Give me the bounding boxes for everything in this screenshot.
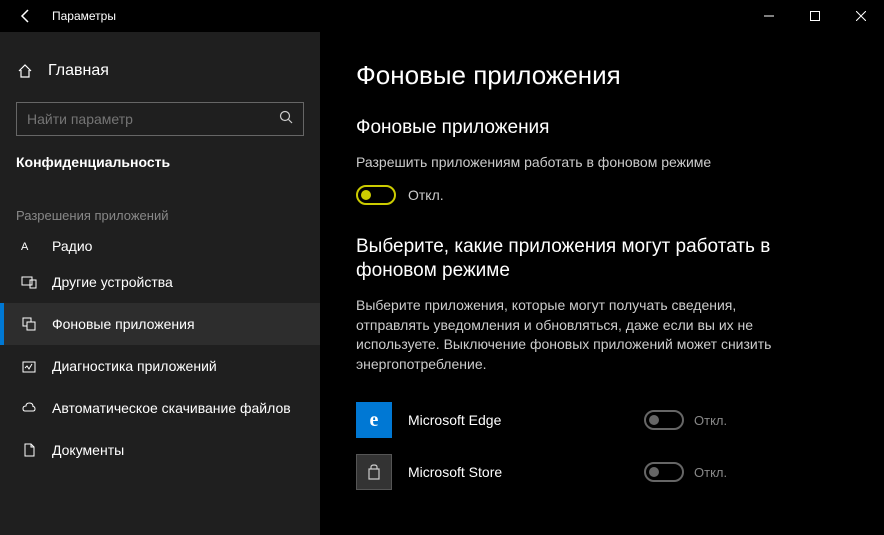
background-apps-icon — [20, 315, 38, 333]
app-row-store: Microsoft Store Откл. — [356, 446, 848, 498]
nav-label: Радио — [52, 238, 92, 254]
minimize-button[interactable] — [746, 0, 792, 32]
cloud-icon — [20, 399, 38, 417]
nav-item-other-devices[interactable]: Другие устройства — [0, 261, 320, 303]
app-toggle-label: Откл. — [694, 465, 727, 480]
back-button[interactable] — [16, 6, 36, 26]
edge-icon: e — [356, 402, 392, 438]
nav-label: Диагностика приложений — [52, 358, 217, 374]
section1-title: Фоновые приложения — [356, 117, 848, 139]
svg-text:A: A — [21, 241, 29, 253]
app-row-edge: e Microsoft Edge Откл. — [356, 394, 848, 446]
main-content: Фоновые приложения Фоновые приложения Ра… — [320, 32, 884, 535]
radio-icon: A — [20, 237, 38, 255]
app-name: Microsoft Edge — [408, 412, 628, 428]
sidebar: Главная Конфиденциальность Разрешения пр… — [0, 32, 320, 535]
nav-label: Другие устройства — [52, 274, 173, 290]
close-button[interactable] — [838, 0, 884, 32]
nav-item-background-apps[interactable]: Фоновые приложения — [0, 303, 320, 345]
nav-label: Фоновые приложения — [52, 316, 195, 332]
store-icon — [356, 454, 392, 490]
nav-item-radio[interactable]: A Радио — [0, 231, 320, 261]
search-input[interactable] — [27, 111, 279, 127]
nav-item-diagnostics[interactable]: Диагностика приложений — [0, 345, 320, 387]
home-nav[interactable]: Главная — [0, 52, 320, 90]
section2-title: Выберите, какие приложения могут работат… — [356, 235, 796, 284]
documents-icon — [20, 441, 38, 459]
search-icon — [279, 110, 293, 129]
master-toggle[interactable] — [356, 185, 396, 205]
nav-item-auto-download[interactable]: Автоматическое скачивание файлов — [0, 387, 320, 429]
nav-label: Документы — [52, 442, 124, 458]
section2-desc: Выберите приложения, которые могут получ… — [356, 296, 776, 374]
home-icon — [16, 62, 34, 80]
diagnostics-icon — [20, 357, 38, 375]
window-title: Параметры — [52, 9, 116, 23]
app-name: Microsoft Store — [408, 464, 628, 480]
titlebar: Параметры — [0, 0, 884, 32]
subsection-label: Разрешения приложений — [0, 184, 320, 231]
app-toggle-edge[interactable] — [644, 410, 684, 430]
maximize-button[interactable] — [792, 0, 838, 32]
section-label: Конфиденциальность — [0, 154, 320, 184]
app-toggle-label: Откл. — [694, 413, 727, 428]
nav-item-documents[interactable]: Документы — [0, 429, 320, 471]
master-toggle-label: Откл. — [408, 187, 444, 203]
section1-desc: Разрешить приложениям работать в фоновом… — [356, 153, 776, 173]
page-title: Фоновые приложения — [356, 60, 848, 91]
devices-icon — [20, 273, 38, 291]
app-toggle-store[interactable] — [644, 462, 684, 482]
home-label: Главная — [48, 62, 109, 80]
search-box[interactable] — [16, 102, 304, 136]
nav-label: Автоматическое скачивание файлов — [52, 400, 291, 416]
